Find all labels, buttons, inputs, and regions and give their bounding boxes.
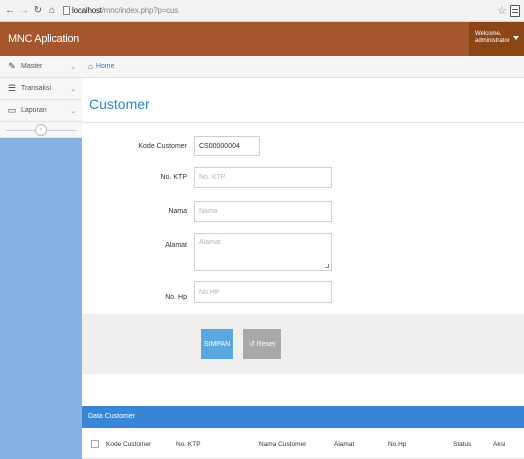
- no-ktp-input[interactable]: [194, 167, 332, 188]
- reset-label: Reset: [256, 341, 276, 348]
- column-header[interactable]: Alamat: [334, 441, 354, 448]
- bookmark-star-icon[interactable]: ☆: [497, 4, 507, 17]
- table-title-bar: Data Customer: [82, 406, 524, 428]
- reload-icon[interactable]: ↻: [32, 4, 44, 18]
- url-path: /mnc/index.php?p=cus: [101, 6, 179, 15]
- browser-toolbar: ← → ↻ ⌂ localhost/mnc/index.php?p=cus ☆: [0, 0, 524, 22]
- browser-menu-icon[interactable]: [510, 4, 520, 17]
- app-header: MNC Aplication Welcome, administrator: [0, 22, 524, 56]
- kode-customer-input[interactable]: [194, 136, 260, 156]
- no-ktp-label: No. KTP: [160, 174, 187, 181]
- resize-grip-icon[interactable]: [325, 264, 329, 268]
- caret-down-icon: [513, 36, 519, 40]
- select-all-checkbox[interactable]: [91, 440, 99, 448]
- main-content: ⌂ Home Customer Kode Customer No. KTP Na…: [82, 56, 524, 459]
- sidebar-item-label: Laporan: [21, 107, 47, 114]
- home-icon: ⌂: [88, 62, 93, 71]
- desktop-icon: ▭: [7, 105, 17, 115]
- column-header[interactable]: Nama Customer: [259, 441, 306, 448]
- table-header-row: Kode Customer No. KTP Nama Customer Alam…: [82, 428, 524, 459]
- back-arrow-icon[interactable]: ←: [4, 4, 16, 18]
- no-hp-label: No. Hp: [165, 294, 187, 301]
- reset-icon: ↺: [248, 341, 257, 348]
- collapse-sidebar-icon[interactable]: ‹: [35, 124, 47, 136]
- alamat-textarea[interactable]: [194, 233, 332, 271]
- breadcrumb: ⌂ Home: [82, 56, 524, 78]
- chevron-down-icon: ⌄: [70, 63, 76, 71]
- reset-button[interactable]: ↺ Reset: [243, 329, 281, 359]
- chevron-down-icon: ⌄: [70, 85, 76, 93]
- sidebar-collapse-row: ‹: [0, 122, 82, 138]
- forward-arrow-icon[interactable]: →: [18, 4, 30, 18]
- column-header[interactable]: Status: [453, 441, 471, 448]
- sidebar-item-laporan[interactable]: ▭ Laporan ⌄: [0, 100, 82, 122]
- sidebar: ✎ Master ⌄ ☰ Transaksi ⌄ ▭ Laporan ⌄ ‹: [0, 56, 82, 459]
- edit-icon: ✎: [8, 61, 16, 71]
- sidebar-item-transaksi[interactable]: ☰ Transaksi ⌄: [0, 78, 82, 100]
- home-icon[interactable]: ⌂: [46, 4, 58, 18]
- kode-customer-label: Kode Customer: [138, 143, 187, 150]
- column-header[interactable]: Aksi: [493, 441, 505, 448]
- alamat-label: Alamat: [165, 242, 187, 249]
- breadcrumb-home[interactable]: Home: [96, 63, 115, 70]
- no-hp-input[interactable]: [194, 281, 332, 303]
- sidebar-item-label: Master: [21, 63, 43, 70]
- form-actions: SIMPAN ↺ Reset: [82, 314, 524, 374]
- nama-label: Nama: [168, 208, 187, 215]
- user-menu[interactable]: Welcome, administrator: [469, 22, 524, 56]
- list-icon: ☰: [7, 83, 17, 93]
- address-bar[interactable]: localhost/mnc/index.php?p=cus: [72, 6, 178, 15]
- app-brand[interactable]: MNC Aplication: [8, 22, 79, 56]
- divider: [82, 122, 524, 123]
- column-header[interactable]: Kode Customer: [106, 441, 151, 448]
- sidebar-item-master[interactable]: ✎ Master ⌄: [0, 56, 82, 78]
- chevron-down-icon: ⌄: [70, 107, 76, 115]
- page-title: Customer: [89, 96, 150, 112]
- column-header[interactable]: No.Hp: [388, 441, 406, 448]
- simpan-button[interactable]: SIMPAN: [201, 329, 233, 359]
- nama-input[interactable]: [194, 201, 332, 222]
- page-icon: [63, 6, 70, 15]
- url-host: localhost: [72, 6, 102, 15]
- column-header[interactable]: No. KTP: [176, 441, 201, 448]
- sidebar-item-label: Transaksi: [21, 85, 52, 92]
